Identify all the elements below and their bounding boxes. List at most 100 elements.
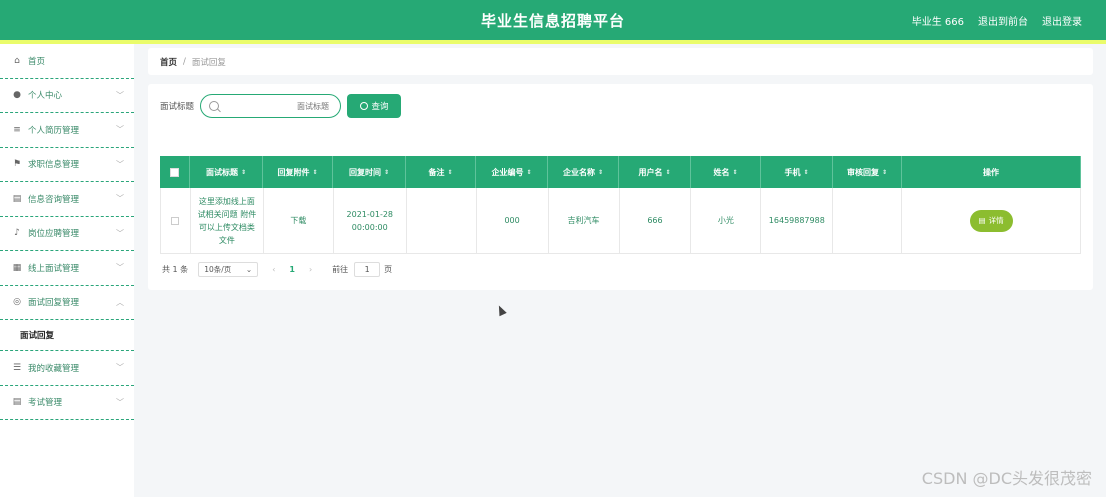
clipboard-icon: ▤: [12, 397, 22, 408]
logout-link[interactable]: 退出登录: [1042, 13, 1082, 28]
select-all-cell: [160, 156, 190, 188]
sliders-icon: ☰: [12, 362, 22, 373]
page-size-select[interactable]: 10条/页 ⌄: [198, 262, 259, 277]
next-page-button[interactable]: ›: [309, 265, 312, 274]
goto-page-input[interactable]: 1: [354, 262, 381, 277]
select-all-checkbox[interactable]: [170, 167, 179, 177]
cell-note: [407, 188, 477, 253]
document-icon: ▤: [978, 216, 986, 225]
sidebar-item-label: 个人简历管理: [28, 125, 80, 136]
sidebar-item-label: 考试管理: [28, 398, 63, 409]
header-accent-strip: [0, 40, 1106, 44]
chevron-down-icon: ﹀: [116, 263, 124, 272]
sidebar-item-label: 首页: [28, 56, 46, 67]
sidebar-item-label: 面试回复管理: [28, 298, 80, 309]
sidebar-item-label: 个人中心: [28, 91, 63, 102]
column-header[interactable]: 回复时间 ⇕: [333, 156, 406, 188]
chevron-down-icon: ﹀: [116, 159, 124, 169]
goto-unit: 页: [384, 265, 393, 274]
breadcrumb-home[interactable]: 首页: [160, 56, 177, 68]
sidebar-item-home[interactable]: ⌂ 首页: [0, 44, 134, 79]
column-header[interactable]: 审核回复 ⇕: [833, 156, 902, 188]
watermark: CSDN @DC头发很茂密: [921, 469, 1092, 488]
data-table: 面试标题 ⇕ 回复附件 ⇕ 回复时间 ⇕ 备注 ⇕ 企业编号 ⇕ 企业名称 ⇕ 用户名 ⇕ 姓…: [160, 156, 1081, 254]
user-name-link[interactable]: 毕业生 666: [912, 13, 964, 28]
goto-label: 前往: [332, 265, 349, 274]
mouse-cursor-icon: [495, 303, 507, 317]
sidebar-item-application[interactable]: ♪ 岗位应聘管理 ﹀: [0, 217, 134, 251]
column-header[interactable]: 姓名 ⇕: [691, 156, 761, 188]
column-header[interactable]: 回复附件 ⇕: [263, 156, 333, 188]
sidebar-item-personal-center[interactable]: ● 个人中心 ﹀: [0, 79, 134, 113]
sort-icon: ⇕: [732, 168, 738, 176]
sidebar-item-exam[interactable]: ▤ 考试管理 ﹀: [0, 386, 134, 420]
prev-page-button[interactable]: ‹: [272, 265, 275, 274]
sidebar-item-label: 求职信息管理: [28, 160, 80, 171]
column-header-label: 备注: [428, 167, 445, 177]
cell-attachment-link[interactable]: 下载: [264, 188, 334, 253]
cell-name: 小光: [691, 188, 762, 253]
column-header-label: 回复附件: [277, 167, 310, 177]
back-to-front-link[interactable]: 退出到前台: [978, 13, 1028, 28]
search-input[interactable]: [219, 101, 330, 111]
column-header[interactable]: 手机 ⇕: [761, 156, 833, 188]
sidebar-item-job-info[interactable]: ⚑ 求职信息管理 ﹀: [0, 148, 134, 182]
breadcrumb: 首页 / 面试回复: [148, 48, 1093, 75]
sidebar-subitem-label: 面试回复: [20, 331, 55, 341]
search-label: 面试标题: [160, 102, 195, 112]
sort-icon: ⇕: [881, 168, 888, 176]
cell-company-name: 吉利汽车: [549, 188, 620, 253]
sidebar-item-resume[interactable]: ≡ 个人简历管理 ﹀: [0, 113, 134, 148]
chevron-down-icon: ﹀: [116, 194, 124, 203]
clipboard-icon: ▤: [12, 193, 22, 204]
sidebar-item-consult[interactable]: ▤ 信息咨询管理 ﹀: [0, 182, 134, 217]
sidebar-item-online-interview[interactable]: ▦ 线上面试管理 ﹀: [0, 251, 134, 286]
row-checkbox[interactable]: [171, 216, 180, 225]
cell-username: 666: [620, 188, 692, 253]
chevron-down-icon: ﹀: [116, 90, 124, 100]
chevron-down-icon: ﹀: [116, 363, 124, 372]
table-row: 这里添加线上面试相关问题 附件可以上传文档类文件 下载 2021-01-28 0…: [160, 188, 1081, 254]
cell-review: [833, 188, 903, 253]
sidebar: ⌂ 首页 ● 个人中心 ﹀ ≡ 个人简历管理 ﹀ ⚑ 求职信息管理 ﹀ ▤ 信息…: [0, 44, 134, 497]
sidebar-item-favorites[interactable]: ☰ 我的收藏管理 ﹀: [0, 351, 134, 386]
page-number[interactable]: 1: [289, 265, 295, 274]
sort-icon: ⇕: [803, 168, 809, 176]
total-count: 共 1 条: [162, 265, 189, 274]
breadcrumb-separator: /: [183, 56, 186, 67]
sidebar-subitem-interview-reply[interactable]: 面试回复: [0, 320, 134, 351]
column-header[interactable]: 企业名称 ⇕: [548, 156, 619, 188]
search-field-wrapper: [200, 94, 342, 118]
chevron-down-icon: ⌄: [245, 265, 253, 274]
sidebar-item-label: 信息咨询管理: [28, 194, 80, 205]
chevron-down-icon: ﹀: [116, 228, 124, 238]
cell-phone: 16459887988: [761, 188, 834, 253]
column-header[interactable]: 面试标题 ⇕: [190, 156, 263, 188]
sort-icon: ⇕: [665, 168, 671, 176]
sidebar-item-interview-reply[interactable]: ◎ 面试回复管理 ︿: [0, 286, 134, 320]
flag-icon: ⚑: [12, 159, 22, 170]
circle-icon: ◎: [13, 297, 21, 308]
column-header[interactable]: 备注 ⇕: [406, 156, 476, 188]
mic-icon: ♪: [14, 228, 20, 239]
sort-icon: ⇕: [312, 168, 318, 176]
column-header-label: 回复时间: [348, 167, 381, 177]
detail-button[interactable]: ▤ 详情: [969, 209, 1013, 232]
cell-title: 这里添加线上面试相关问题 附件可以上传文档类文件: [191, 188, 264, 253]
search-button-label: 查询: [371, 102, 389, 112]
sidebar-item-label: 线上面试管理: [28, 263, 80, 274]
sort-icon: ⇕: [597, 168, 604, 176]
sort-icon: ⇕: [447, 168, 453, 176]
column-header[interactable]: 企业编号 ⇕: [476, 156, 548, 188]
chevron-up-icon: ︿: [116, 297, 124, 307]
column-header-label: 手机: [784, 167, 801, 177]
search-bar: 面试标题 查询: [160, 94, 402, 118]
column-header: 操作: [902, 156, 1081, 188]
breadcrumb-current: 面试回复: [191, 57, 226, 68]
page-size-value: 10条/页: [204, 265, 232, 274]
column-header[interactable]: 用户名 ⇕: [619, 156, 691, 188]
user-icon: ●: [13, 90, 21, 101]
row-select-cell: [161, 188, 191, 253]
search-button[interactable]: 查询: [347, 94, 402, 118]
cell-actions: ▤ 详情: [902, 188, 1081, 253]
